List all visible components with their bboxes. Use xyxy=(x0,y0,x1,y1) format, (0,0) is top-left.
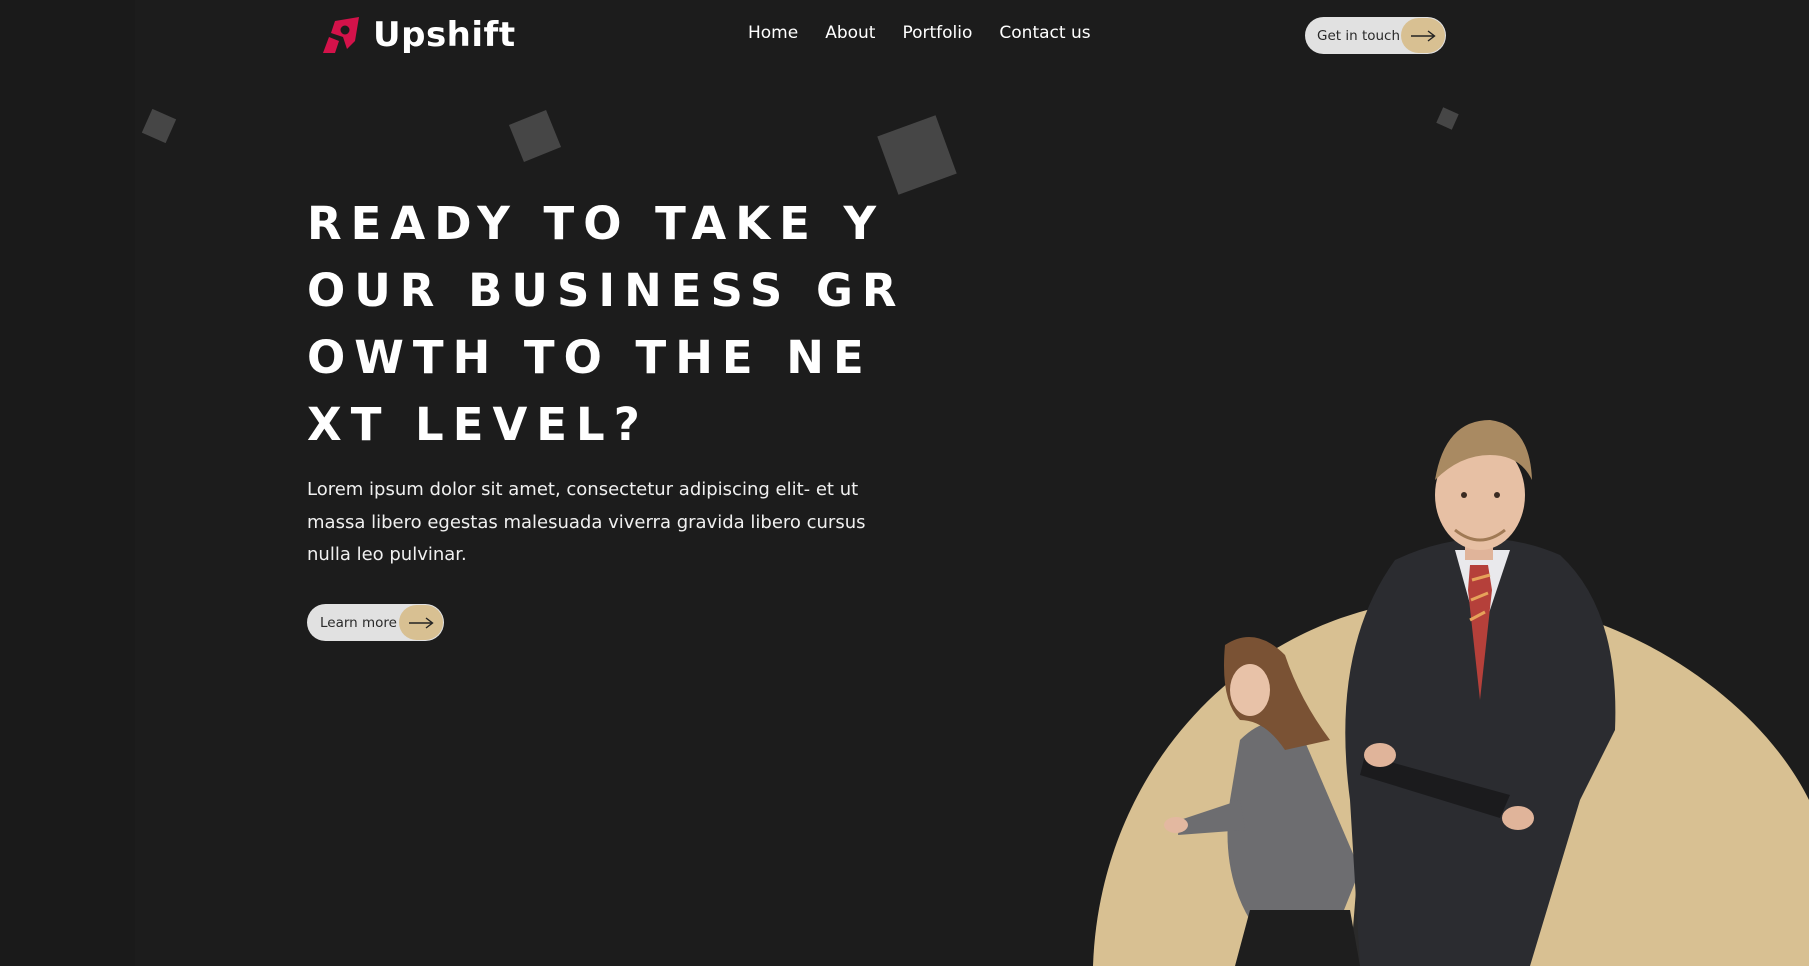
hero-description: Lorem ipsum dolor sit amet, consectetur … xyxy=(307,479,866,565)
page: Upshift Home About Portfolio Contact us … xyxy=(0,0,1809,966)
hero-image xyxy=(1093,420,1809,966)
arrow-right-icon xyxy=(399,605,443,640)
decor-square xyxy=(877,115,957,195)
learn-more-button[interactable]: Learn more xyxy=(307,604,444,641)
learn-more-label: Learn more xyxy=(320,614,397,631)
get-in-touch-label: Get in touch xyxy=(1317,27,1401,44)
hero-title: READY TO TAKE YOUR BUSINESS GROWTH TO TH… xyxy=(307,197,906,451)
nav-item-home[interactable]: Home xyxy=(748,23,798,43)
decor-square xyxy=(141,108,177,144)
rocket-icon xyxy=(323,17,359,53)
brand-logo[interactable]: Upshift xyxy=(321,14,516,56)
site-header: Upshift Home About Portfolio Contact us … xyxy=(0,0,1809,72)
nav-item-portfolio[interactable]: Portfolio xyxy=(902,23,972,43)
get-in-touch-button[interactable]: Get in touch xyxy=(1305,17,1446,54)
main-nav: Home About Portfolio Contact us xyxy=(748,23,1091,43)
decor-square xyxy=(508,109,562,163)
left-shade-panel xyxy=(0,0,135,966)
arrow-right-icon xyxy=(1401,18,1445,53)
nav-item-contact[interactable]: Contact us xyxy=(999,23,1090,43)
nav-item-about[interactable]: About xyxy=(825,23,875,43)
decor-square xyxy=(1436,107,1459,130)
brand-name: Upshift xyxy=(373,15,516,55)
